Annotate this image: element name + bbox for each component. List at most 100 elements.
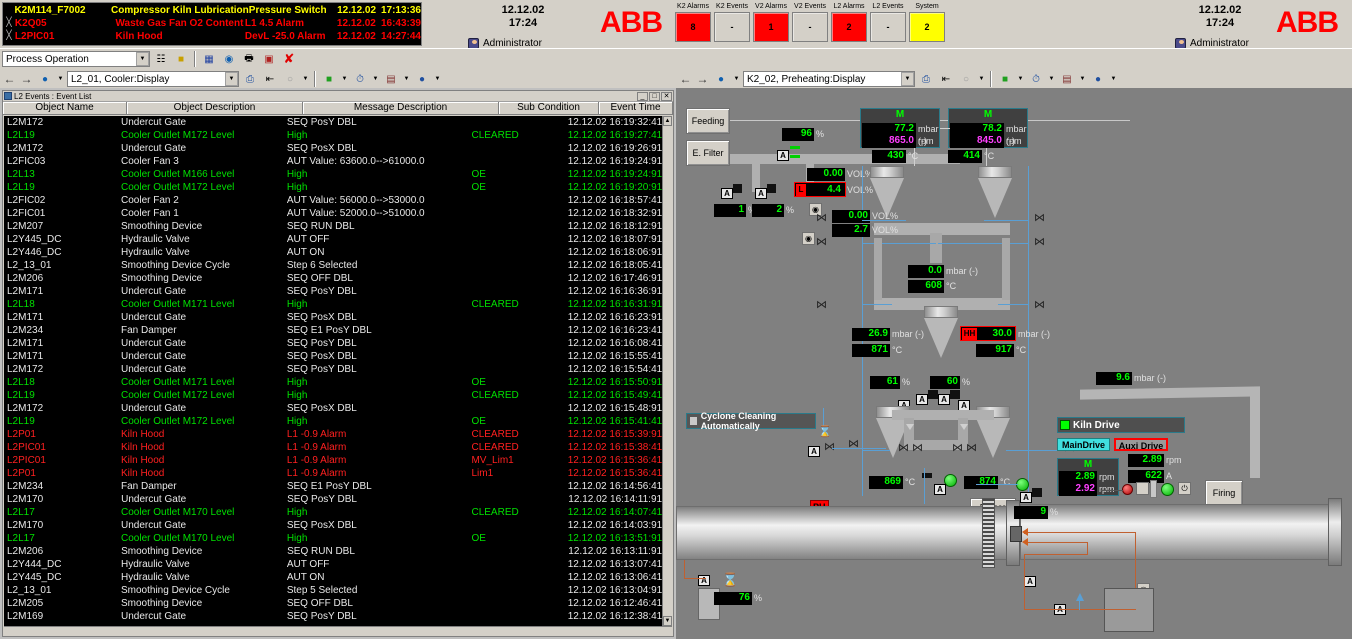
drive-gear-icon[interactable]	[1136, 482, 1149, 495]
chevron-down-icon[interactable]: ▼	[732, 71, 741, 87]
maximize-button[interactable]: □	[649, 91, 660, 101]
auto-mode-icon[interactable]: A	[698, 575, 710, 586]
table-row[interactable]: L2_13_01 Smoothing Device Cycle Step 5 Sel…	[4, 584, 662, 597]
alarm-ack-icon[interactable]	[3, 4, 14, 17]
table-row[interactable]: L2L19 Cooler Outlet M172 Level High CLEARED…	[4, 389, 662, 402]
table-row[interactable]: L2M171 Undercut Gate SEQ PosY DBL 12.12.02 …	[4, 337, 662, 350]
cyclone-cleaning-status[interactable]: Cyclone Cleaning Automatically	[686, 411, 816, 431]
valve-icon[interactable]: ⋈	[1034, 213, 1045, 224]
column-header-sub-condition[interactable]: Sub Condition	[499, 102, 599, 114]
table-row[interactable]: L2M172 Undercut Gate SEQ PosY DBL 12.12.02 …	[4, 116, 662, 129]
display-view-icon[interactable]: ■	[996, 70, 1014, 88]
table-row[interactable]: L2L17 Cooler Outlet M170 Level High OE 12.12…	[4, 532, 662, 545]
valve-icon[interactable]: ⋈	[1034, 300, 1045, 311]
table-row[interactable]: L2Y445_DC Hydraulic Valve AUT ON 12.12.02 1…	[4, 571, 662, 584]
column-header-object-description[interactable]: Object Description	[127, 102, 303, 114]
valve-icon[interactable]: ⋈	[898, 443, 909, 454]
table-row[interactable]: L2M170 Undercut Gate SEQ PosY DBL 12.12.02 …	[4, 493, 662, 506]
globe-icon[interactable]: ◉	[220, 50, 238, 68]
readout-press-c3-left[interactable]: 26.9	[852, 328, 890, 341]
home-icon[interactable]: ●	[36, 70, 54, 88]
table-row[interactable]: L2L18 Cooler Outlet M171 Level High CLEARED…	[4, 298, 662, 311]
valve-icon[interactable]: ⋈	[816, 237, 827, 248]
readout-temp-c3-right[interactable]: 917	[976, 344, 1014, 357]
readout-o2-mid[interactable]: 0.00	[832, 210, 870, 223]
trend-icon[interactable]: ⏱	[351, 70, 369, 88]
lock-icon[interactable]: ●	[1089, 70, 1107, 88]
chevron-down-icon[interactable]: ▼	[901, 72, 914, 86]
valve-icon[interactable]: ⋈	[816, 300, 827, 311]
chevron-down-icon[interactable]: ▼	[1016, 71, 1025, 87]
minimize-button[interactable]: _	[637, 91, 648, 101]
readout-damper-pct[interactable]: 96	[782, 128, 814, 141]
chevron-down-icon[interactable]: ▼	[56, 71, 65, 87]
auto-mode-icon[interactable]: A	[934, 484, 946, 495]
main-drive-button[interactable]: MainDrive	[1057, 438, 1110, 451]
print-display-icon[interactable]: ⎙	[917, 70, 935, 88]
table-row[interactable]: L2M171 Undercut Gate SEQ PosX DBL 12.12.02 …	[4, 311, 662, 324]
chevron-down-icon[interactable]: ▼	[371, 71, 380, 87]
column-header-event-time[interactable]: Event Time	[599, 102, 673, 114]
process-mode-combo[interactable]: Process Operation ▼	[2, 51, 150, 67]
checkbox-icon[interactable]	[689, 416, 698, 426]
readout-temp-c4-left[interactable]: 869	[869, 476, 903, 489]
table-row[interactable]: L2M206 Smoothing Device SEQ OFF DBL 12.12.0…	[4, 272, 662, 285]
table-row[interactable]: L2L19 Cooler Outlet M172 Level High OE 12.12…	[4, 181, 662, 194]
readout-valve1-pct[interactable]: 1	[714, 204, 746, 217]
auxi-drive-button[interactable]: Auxi Drive	[1114, 438, 1168, 451]
table-row[interactable]: L2M207 Smoothing Device SEQ RUN DBL 12.12.0…	[4, 220, 662, 233]
grid-icon[interactable]: ▦	[200, 50, 218, 68]
alarm-list-icon[interactable]: ▤	[382, 70, 400, 88]
event-list-horizontal-scrollbar[interactable]	[4, 626, 672, 636]
table-row[interactable]: L2Y446_DC Hydraulic Valve AUT ON 12.12.02 1…	[4, 246, 662, 259]
alarm-banner[interactable]: K2M114_F7002 Compressor Kiln Lubrication…	[2, 2, 422, 46]
readout-co-mid[interactable]: 2.7	[832, 224, 870, 237]
window-list-icon[interactable]: ☷	[152, 50, 170, 68]
readout-o2-top[interactable]: 0.00	[807, 168, 845, 181]
alarm-ack-icon[interactable]: ╳	[3, 17, 15, 30]
readout-press-c3-right[interactable]: 30.0	[978, 328, 1014, 341]
auto-mode-icon[interactable]: A	[916, 394, 928, 405]
table-row[interactable]: L2M172 Undercut Gate SEQ PosX DBL 12.12.02 …	[4, 142, 662, 155]
chevron-down-icon[interactable]: ▼	[340, 71, 349, 87]
table-row[interactable]: L2L13 Cooler Outlet M166 Level High OE 12.12…	[4, 168, 662, 181]
auto-mode-icon[interactable]: A	[777, 150, 789, 161]
drive-power-icon[interactable]: ⏻	[1178, 482, 1191, 495]
event-list-body[interactable]: L2M172 Undercut Gate SEQ PosY DBL 12.12.02 …	[4, 116, 662, 626]
address-combo[interactable]: K2_02, Preheating:Display ▼	[743, 71, 915, 87]
readout-damper-61[interactable]: 61	[870, 376, 900, 389]
table-row[interactable]: L2L18 Cooler Outlet M171 Level High OE 12.12…	[4, 376, 662, 389]
auto-mode-icon[interactable]: A	[808, 446, 820, 457]
auto-mode-icon[interactable]: A	[1020, 492, 1032, 503]
alarm-ack-icon[interactable]: ╳	[3, 30, 15, 43]
valve-icon[interactable]: ⌛	[722, 573, 738, 586]
nav-button-e-filter[interactable]: E. Filter	[686, 140, 730, 166]
table-row[interactable]: L2P01 Kiln Hood L1 -0.9 Alarm Lim1 12.12.02 …	[4, 467, 662, 480]
address-combo[interactable]: L2_01, Cooler:Display ▼	[67, 71, 239, 87]
status-tile-l2-events[interactable]: L2 Events -	[870, 2, 906, 46]
trend-icon[interactable]: ⏱	[1027, 70, 1045, 88]
back-arrow-icon[interactable]: ←	[678, 71, 693, 87]
table-row[interactable]: L2M234 Fan Damper SEQ E1 PosY DBL 12.12.02 …	[4, 324, 662, 337]
chevron-down-icon[interactable]: ▼	[1047, 71, 1056, 87]
print-icon[interactable]: 🖶	[240, 50, 258, 68]
table-row[interactable]: L2M171 Undercut Gate SEQ PosX DBL 12.12.02 …	[4, 350, 662, 363]
readout-valve2-pct[interactable]: 2	[752, 204, 784, 217]
chevron-down-icon[interactable]: ▼	[1078, 71, 1087, 87]
close-button[interactable]: ✕	[661, 91, 672, 101]
chevron-down-icon[interactable]: ▼	[301, 71, 310, 87]
pin-icon[interactable]: ■	[172, 50, 190, 68]
scroll-down-button[interactable]: ▼	[663, 616, 672, 626]
nav-button-firing[interactable]: Firing	[1205, 480, 1243, 506]
table-row[interactable]: L2L17 Cooler Outlet M170 Level High CLEARED…	[4, 506, 662, 519]
valve-icon[interactable]: ⋈	[966, 443, 977, 454]
readout-temp-c3-left[interactable]: 871	[852, 344, 890, 357]
valve-icon[interactable]: ⋈	[912, 443, 923, 454]
status-tile-v2-events[interactable]: V2 Events -	[792, 2, 828, 46]
chevron-down-icon[interactable]: ▼	[136, 52, 149, 66]
chevron-down-icon[interactable]: ▼	[1109, 71, 1118, 87]
auto-mode-icon[interactable]: A	[755, 188, 767, 199]
status-tile-k2-alarms[interactable]: K2 Alarms 8	[675, 2, 711, 46]
table-row[interactable]: L2P01 Kiln Hood L1 -0.9 Alarm CLEARED 12.12.…	[4, 428, 662, 441]
table-row[interactable]: L2M234 Fan Damper SEQ E1 PosY DBL 12.12.02 …	[4, 480, 662, 493]
